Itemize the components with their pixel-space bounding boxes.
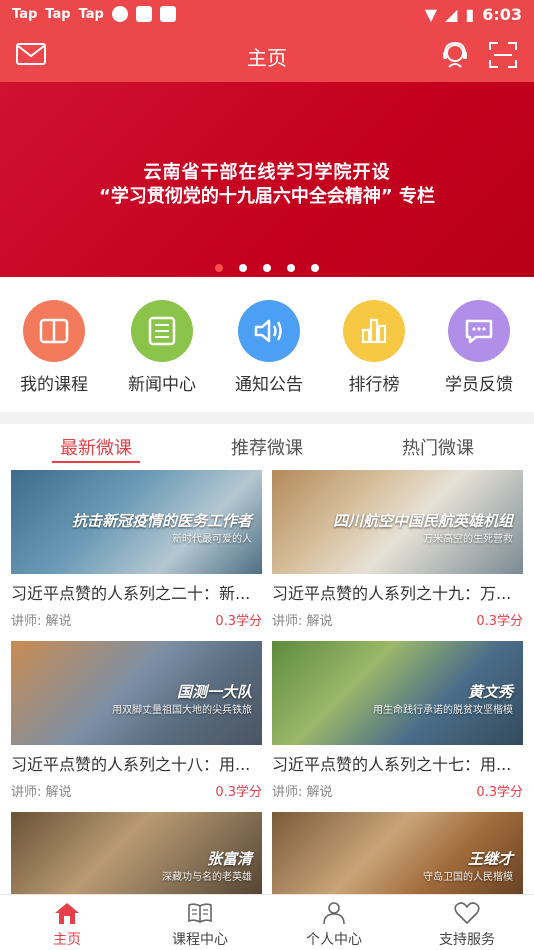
course-thumbnail: 王继才 守岛卫国的人民楷模 <box>272 812 523 894</box>
course-title: 习近平点赞的人系列之二十：新... <box>11 584 251 603</box>
top-app-bar: 主页 <box>0 28 534 82</box>
carousel-dot[interactable] <box>311 264 319 272</box>
open-book-icon <box>150 901 250 925</box>
thumbnail-subcaption: 万米高空的生死营救 <box>423 534 513 545</box>
bottom-navigation: 主页 课程中心 个人中心 支持服务 <box>0 894 534 950</box>
course-card[interactable]: 黄文秀 用生命践行承诺的脱贫攻坚楷模 习近平点赞的人系列之十七：用... 讲师:… <box>272 641 523 803</box>
course-card[interactable]: 王继才 守岛卫国的人民楷模 <box>272 812 523 894</box>
course-credit: 0.3学分 <box>215 614 262 629</box>
course-card[interactable]: 张富清 深藏功与名的老英雄 <box>11 812 262 894</box>
quick-link-label: 新闻中心 <box>128 375 196 395</box>
course-thumbnail: 黄文秀 用生命践行承诺的脱贫攻坚楷模 <box>272 641 523 745</box>
course-grid: 抗击新冠疫情的医务工作者 新时代最可爱的人 习近平点赞的人系列之二十：新... … <box>0 470 534 894</box>
course-lecturer: 讲师: 解说 <box>272 614 333 629</box>
status-tap-2: Tap <box>45 6 71 22</box>
course-thumbnail: 抗击新冠疫情的医务工作者 新时代最可爱的人 <box>11 470 262 574</box>
thumbnail-subcaption: 深藏功与名的老英雄 <box>162 872 252 883</box>
tab-underline <box>52 461 140 463</box>
thumbnail-caption: 黄文秀 <box>467 683 513 701</box>
nav-label: 支持服务 <box>439 932 495 948</box>
thumbnail-subcaption: 守岛卫国的人民楷模 <box>423 872 513 883</box>
course-lecturer: 讲师: 解说 <box>11 614 72 629</box>
thumbnail-caption: 抗击新冠疫情的医务工作者 <box>71 512 252 530</box>
quick-link-feedback[interactable]: 学员反馈 <box>434 300 524 395</box>
course-lecturer: 讲师: 解说 <box>272 785 333 800</box>
scan-icon[interactable] <box>488 40 518 74</box>
nav-home[interactable]: 主页 <box>17 901 117 949</box>
status-bar: Tap Tap Tap ▼ ◢ ▮ 6:03 <box>0 0 534 28</box>
thumbnail-caption: 王继才 <box>467 850 513 868</box>
carousel-dot[interactable] <box>287 264 295 272</box>
a-notification-icon <box>159 6 176 22</box>
banner-line2: “学习贯彻党的十九届六中全会精神” 专栏 <box>99 186 435 207</box>
tab-popular[interactable]: 热门微课 <box>378 434 498 460</box>
banner-carousel[interactable]: 云南省干部在线学习学院开设 “学习贯彻党的十九届六中全会精神” 专栏 <box>0 82 534 277</box>
quick-links: 我的课程 新闻中心 通知公告 排行榜 学员反馈 <box>0 288 534 406</box>
nav-label: 个人中心 <box>306 932 362 948</box>
home-icon <box>17 901 117 925</box>
quick-link-ranking[interactable]: 排行榜 <box>329 300 419 395</box>
section-divider <box>0 412 534 424</box>
battery-icon: ▮ <box>465 4 475 24</box>
wifi-icon: ▼ <box>424 4 438 24</box>
quick-link-news[interactable]: 新闻中心 <box>117 300 207 395</box>
carousel-dot[interactable] <box>215 264 223 272</box>
nav-course-center[interactable]: 课程中心 <box>150 901 250 949</box>
thumbnail-caption: 国测一大队 <box>176 683 252 701</box>
course-credit: 0.3学分 <box>215 785 262 800</box>
carousel-indicator <box>0 264 534 272</box>
carousel-dot[interactable] <box>239 264 247 272</box>
course-thumbnail: 四川航空中国民航英雄机组 万米高空的生死营救 <box>272 470 523 574</box>
thumbnail-subcaption: 新时代最可爱的人 <box>172 534 252 545</box>
nav-support[interactable]: 支持服务 <box>417 901 517 949</box>
thumbnail-subcaption: 用双脚丈量祖国大地的尖兵铁旅 <box>112 705 252 716</box>
status-tap-1: Tap <box>12 6 38 22</box>
course-card[interactable]: 国测一大队 用双脚丈量祖国大地的尖兵铁旅 习近平点赞的人系列之十八：用... 讲… <box>11 641 262 803</box>
course-title: 习近平点赞的人系列之十九：万... <box>272 584 512 603</box>
banner-line1: 云南省干部在线学习学院开设 <box>143 162 391 183</box>
course-tabs: 最新微课 推荐微课 热门微课 <box>0 428 534 468</box>
course-thumbnail: 国测一大队 用双脚丈量祖国大地的尖兵铁旅 <box>11 641 262 745</box>
thumbnail-caption: 张富清 <box>206 850 252 868</box>
quick-link-label: 学员反馈 <box>445 375 513 395</box>
bar-chart-icon <box>343 300 405 362</box>
tab-recommended[interactable]: 推荐微课 <box>207 434 327 460</box>
course-lecturer: 讲师: 解说 <box>11 785 72 800</box>
nav-label: 课程中心 <box>172 932 228 948</box>
course-thumbnail: 张富清 深藏功与名的老英雄 <box>11 812 262 894</box>
signal-icon: ◢ <box>445 4 458 24</box>
quick-link-my-courses[interactable]: 我的课程 <box>9 300 99 395</box>
speaker-icon <box>238 300 300 362</box>
course-credit: 0.3学分 <box>476 614 523 629</box>
status-tap-3: Tap <box>78 6 104 22</box>
customer-service-icon[interactable] <box>440 40 470 74</box>
quick-link-notices[interactable]: 通知公告 <box>224 300 314 395</box>
book-icon <box>23 300 85 362</box>
course-title: 习近平点赞的人系列之十七：用... <box>272 755 512 774</box>
course-card[interactable]: 四川航空中国民航英雄机组 万米高空的生死营救 习近平点赞的人系列之十九：万...… <box>272 470 523 632</box>
nav-personal-center[interactable]: 个人中心 <box>284 901 384 949</box>
course-card[interactable]: 抗击新冠疫情的医务工作者 新时代最可爱的人 习近平点赞的人系列之二十：新... … <box>11 470 262 632</box>
person-icon <box>284 901 384 925</box>
heart-icon <box>417 901 517 925</box>
newspaper-icon <box>131 300 193 362</box>
course-credit: 0.3学分 <box>476 785 523 800</box>
app-notification-icon <box>111 6 128 22</box>
status-time: 6:03 <box>482 4 522 24</box>
carousel-dot[interactable] <box>263 264 271 272</box>
nav-label: 主页 <box>53 932 81 948</box>
message-notification-icon <box>135 6 152 22</box>
quick-link-label: 通知公告 <box>235 375 303 395</box>
thumbnail-subcaption: 用生命践行承诺的脱贫攻坚楷模 <box>373 705 513 716</box>
tab-latest[interactable]: 最新微课 <box>36 434 156 460</box>
chat-icon <box>448 300 510 362</box>
thumbnail-caption: 四川航空中国民航英雄机组 <box>332 512 513 530</box>
quick-link-label: 我的课程 <box>20 375 88 395</box>
course-title: 习近平点赞的人系列之十八：用... <box>11 755 251 774</box>
quick-link-label: 排行榜 <box>348 375 400 395</box>
